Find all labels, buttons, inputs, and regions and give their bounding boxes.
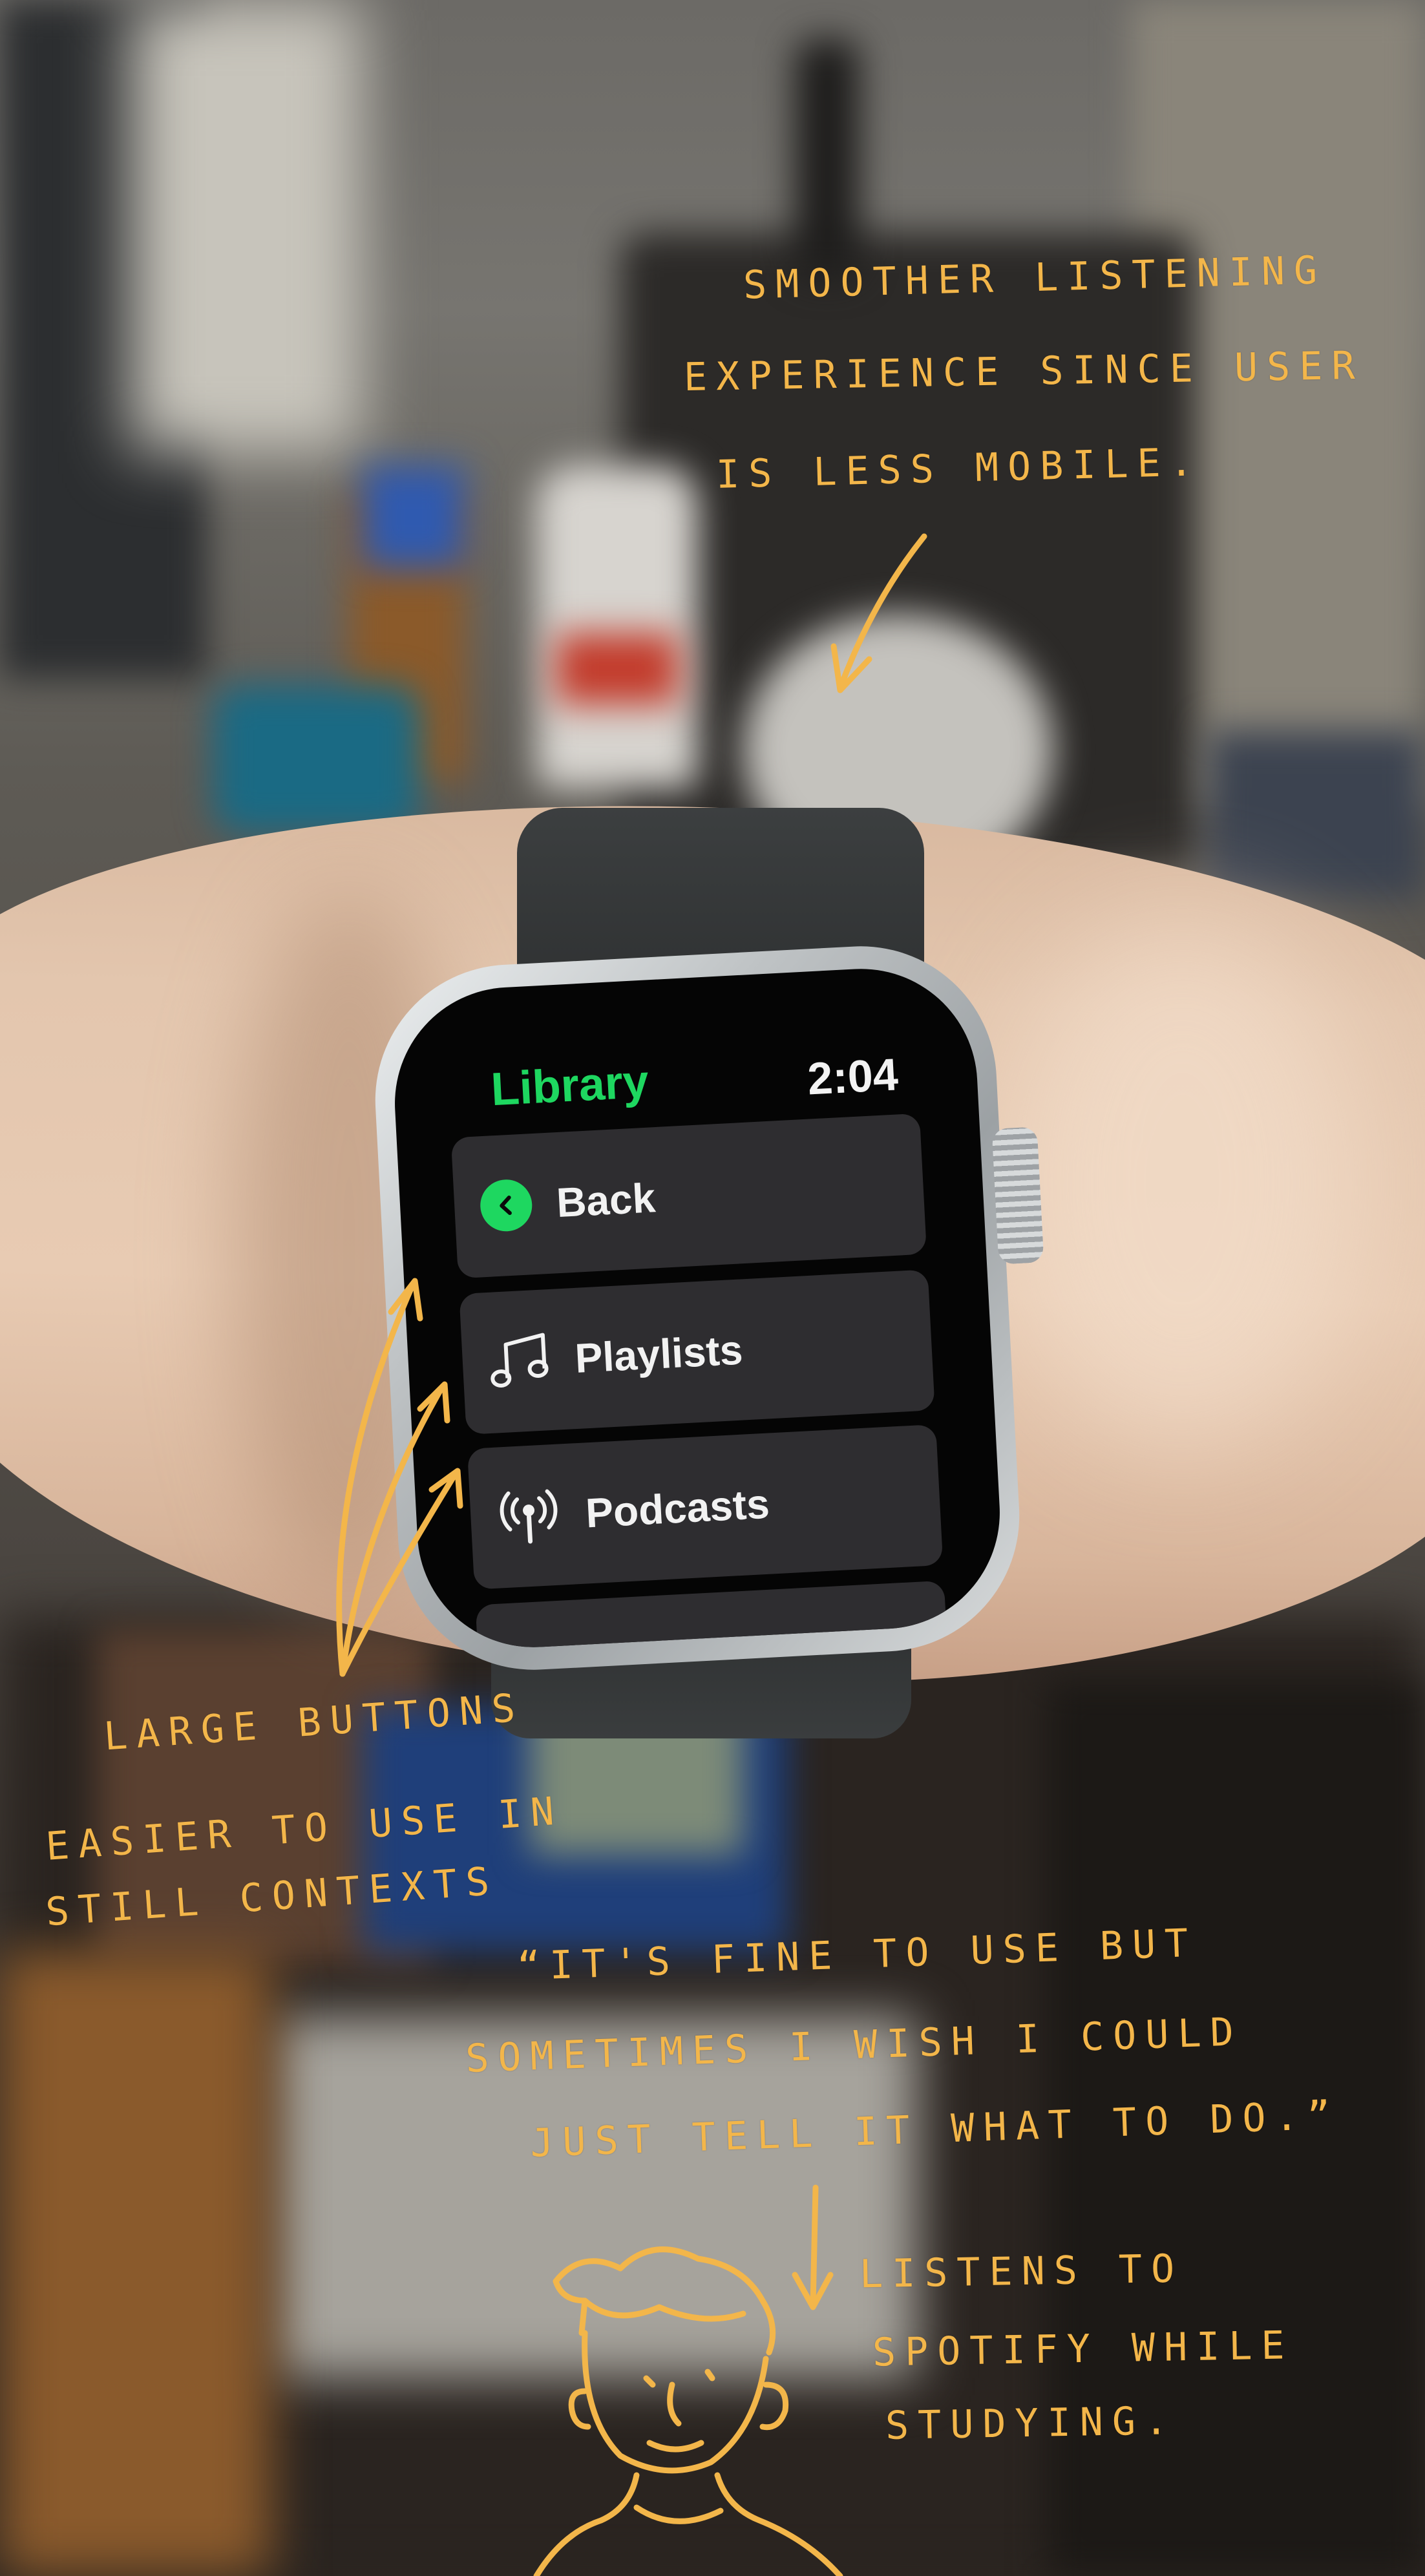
watch-screen: Library 2:04 Back Playlists Podcasts — [388, 963, 1006, 1653]
playlists-button[interactable]: Playlists — [459, 1269, 935, 1435]
podcasts-label: Podcasts — [584, 1480, 771, 1537]
monitor-blur — [1209, 730, 1425, 898]
blue-object-blur — [362, 465, 465, 569]
orange-object-blur — [0, 1952, 271, 2576]
bottle-blur — [536, 465, 698, 788]
curtain-blur — [129, 0, 362, 452]
annotation-persona-line-3: studying. — [885, 2398, 1177, 2449]
back-label: Back — [555, 1174, 657, 1227]
clock: 2:04 — [806, 1049, 900, 1104]
bottle-label-blur — [556, 633, 679, 704]
spotify-library-view: Library 2:04 Back Playlists Podcasts — [389, 963, 1006, 1653]
antenna-blur — [795, 39, 860, 278]
cup-blur — [213, 685, 420, 834]
playlists-label: Playlists — [573, 1326, 744, 1382]
digital-crown[interactable] — [991, 1126, 1044, 1265]
back-button[interactable]: Back — [450, 1113, 927, 1279]
music-note-icon — [487, 1331, 553, 1392]
chevron-left-icon — [479, 1178, 534, 1233]
wrist-highlight — [1002, 918, 1364, 1448]
annotation-persona-line-2: Spotify while — [872, 2323, 1294, 2376]
podcasts-button[interactable]: Podcasts — [467, 1424, 944, 1590]
annotation-persona-line-1: Listens to — [859, 2246, 1184, 2297]
podcast-icon — [495, 1486, 563, 1547]
page-title: Library — [489, 1055, 650, 1116]
